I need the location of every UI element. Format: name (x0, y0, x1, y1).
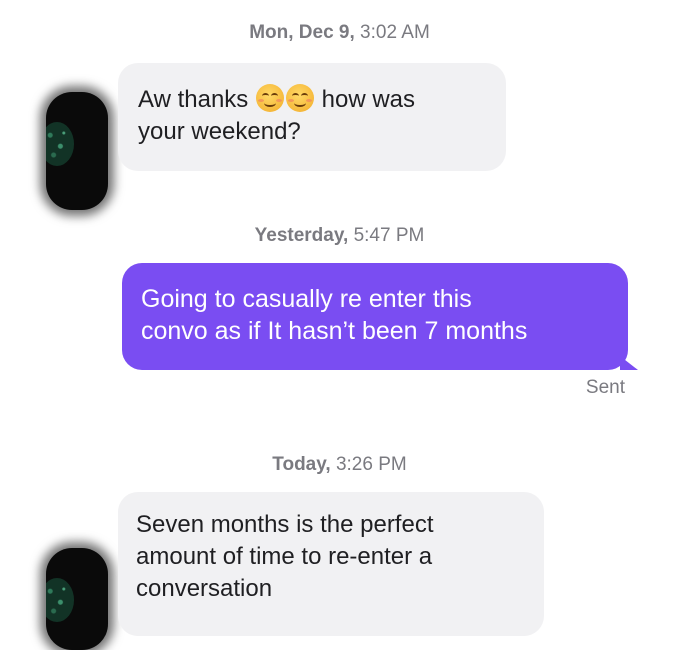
message-line-2: your weekend? (138, 118, 301, 145)
relieved-face-emoji-icon (255, 84, 284, 112)
message-line-3: conversation (136, 575, 273, 602)
contact-avatar-redacted[interactable] (46, 92, 108, 210)
message-text: how was (314, 86, 415, 113)
message-line-2: convo as if It hasn’t been 7 months (141, 317, 528, 345)
message-line-2: amount of time to re-enter a (136, 543, 433, 570)
message-status-sent: Sent (585, 377, 625, 398)
timestamp-mon-dec-9: Mon, Dec 9, 3:02 AM (0, 22, 679, 44)
avatar-image (46, 578, 74, 622)
message-text: Aw thanks (138, 86, 255, 113)
timestamp-day: Today, (272, 454, 331, 475)
incoming-message-bubble[interactable]: Seven months is the perfect amount of ti… (118, 492, 544, 636)
message-line-1: Seven months is the perfect (136, 511, 434, 538)
timestamp-time: 3:26 PM (330, 454, 407, 475)
message-line-1: Going to casually re enter this (141, 285, 472, 313)
timestamp-day: Mon, Dec 9, (249, 22, 355, 43)
timestamp-today: Today, 3:26 PM (0, 454, 679, 476)
timestamp-day: Yesterday, (254, 225, 349, 246)
avatar-image (46, 122, 74, 166)
incoming-message-bubble[interactable]: Aw thanks how was your weekend? (118, 63, 506, 171)
timestamp-time: 3:02 AM (354, 22, 430, 43)
relieved-face-emoji-icon (285, 84, 314, 112)
timestamp-yesterday: Yesterday, 5:47 PM (0, 225, 679, 247)
message-line-1: Aw thanks how was (138, 84, 486, 116)
outgoing-message-bubble[interactable]: Going to casually re enter this convo as… (122, 263, 628, 370)
contact-avatar-redacted[interactable] (46, 548, 108, 650)
timestamp-time: 5:47 PM (348, 225, 425, 246)
outgoing-bubble-tail (620, 356, 638, 370)
